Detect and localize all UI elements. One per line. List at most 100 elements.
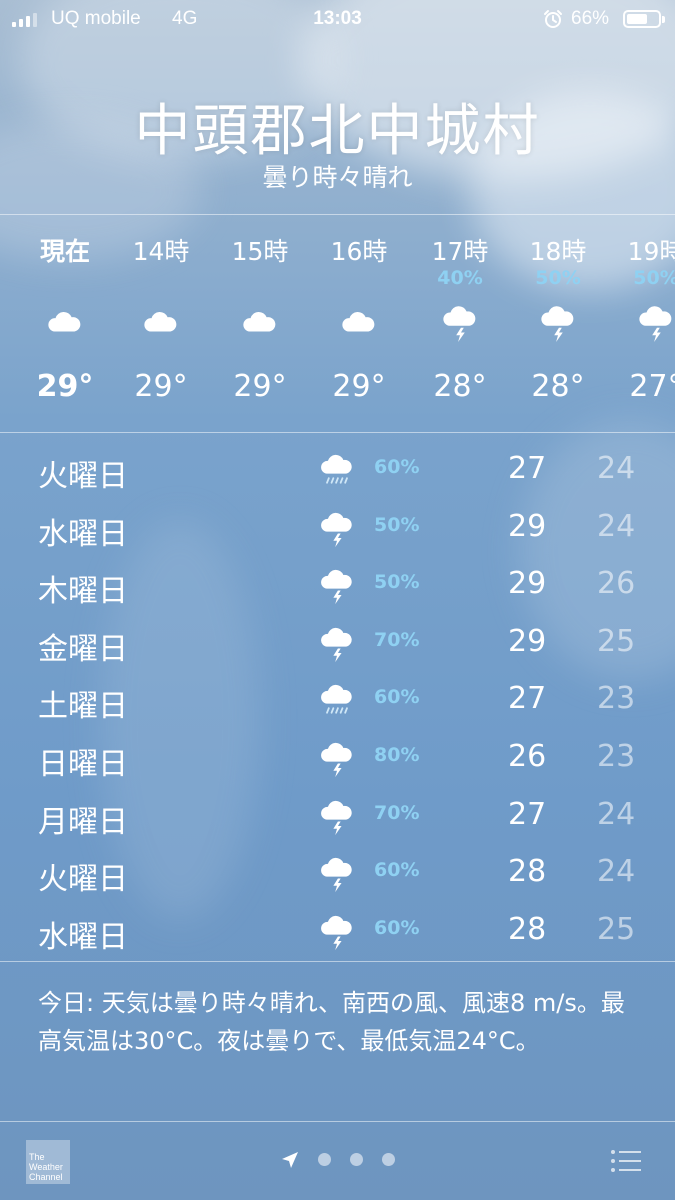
precip-chance: 60% bbox=[374, 456, 420, 478]
cloud-icon bbox=[340, 301, 378, 343]
low-temperature: 25 bbox=[597, 911, 636, 947]
hour-temperature: 29° bbox=[134, 369, 188, 404]
bottom-toolbar: The Weather Channel bbox=[0, 1122, 675, 1200]
status-bar: UQ mobile 4G 13:03 66% bbox=[0, 0, 675, 38]
hourly-item: 19時50% 27° bbox=[606, 215, 675, 432]
battery-icon bbox=[623, 10, 665, 28]
day-name: 土曜日 bbox=[38, 689, 128, 725]
hour-temperature: 27° bbox=[629, 369, 675, 404]
thunderstorm-icon bbox=[317, 796, 357, 836]
high-temperature: 29 bbox=[508, 566, 547, 602]
page-dot bbox=[382, 1153, 395, 1166]
high-temperature: 29 bbox=[508, 508, 547, 544]
precip-chance: 60% bbox=[374, 686, 420, 709]
hourly-forecast[interactable]: 現在 29° 14時 29° 15時 29° 16時 29° 17時 40% 28° 18時 50% 28… bbox=[0, 215, 675, 432]
hourly-item: 14時 29° bbox=[111, 215, 211, 432]
precip-chance: 50% bbox=[374, 571, 420, 594]
high-temperature: 27 bbox=[508, 796, 547, 832]
daily-row: 水曜日 60% 28 25 bbox=[0, 901, 675, 958]
high-temperature: 28 bbox=[508, 854, 547, 890]
cloud-icon bbox=[241, 301, 279, 343]
day-name: 日曜日 bbox=[38, 747, 128, 782]
thunderstorm-icon bbox=[539, 301, 577, 343]
precip-chance: 60% bbox=[374, 859, 420, 882]
precip-chance: 80% bbox=[374, 744, 420, 766]
hour-temperature: 28° bbox=[433, 369, 487, 404]
low-temperature: 24 bbox=[597, 451, 636, 486]
rain-icon bbox=[317, 450, 357, 490]
thunderstorm-icon bbox=[441, 301, 479, 343]
high-temperature: 29 bbox=[508, 623, 547, 659]
hour-temperature: 29° bbox=[332, 369, 386, 404]
low-temperature: 24 bbox=[597, 854, 636, 890]
cloud-icon bbox=[46, 301, 84, 343]
hour-label: 17時 bbox=[431, 237, 489, 266]
high-temperature: 26 bbox=[508, 739, 547, 774]
low-temperature: 23 bbox=[597, 681, 636, 717]
hour-temperature: 29° bbox=[233, 369, 287, 404]
day-name: 月曜日 bbox=[38, 804, 128, 840]
precip-chance: 60% bbox=[374, 916, 420, 939]
hour-temperature: 28° bbox=[531, 369, 585, 404]
hour-label: 19時 bbox=[627, 237, 675, 266]
hourly-item: 16時 29° bbox=[309, 215, 409, 432]
thunderstorm-icon bbox=[637, 301, 675, 343]
cloud-icon bbox=[142, 301, 180, 343]
hour-label: 現在 bbox=[39, 237, 90, 266]
daily-row: 水曜日 50% 29 24 bbox=[0, 498, 675, 555]
high-temperature: 27 bbox=[508, 451, 547, 486]
list-icon[interactable] bbox=[610, 1148, 642, 1174]
thunderstorm-icon bbox=[317, 565, 357, 605]
daily-row: 火曜日 60% 27 24 bbox=[0, 440, 675, 497]
precip-chance: 50% bbox=[535, 267, 581, 289]
daily-row: 火曜日 60% 28 24 bbox=[0, 843, 675, 900]
hourly-item: 現在 29° bbox=[15, 215, 115, 432]
divider bbox=[0, 432, 675, 433]
current-condition: 曇り時々晴れ bbox=[262, 163, 413, 192]
precip-chance: 50% bbox=[633, 267, 675, 289]
location-title: 中頭郡北中城村 bbox=[134, 99, 541, 164]
precip-chance: 70% bbox=[374, 628, 420, 651]
high-temperature: 28 bbox=[508, 911, 547, 947]
thunderstorm-icon bbox=[317, 738, 357, 778]
daily-row: 木曜日 50% 29 26 bbox=[0, 555, 675, 612]
battery-percentage: 66% bbox=[571, 8, 610, 29]
divider bbox=[0, 961, 675, 962]
hourly-item: 18時 50% 28° bbox=[508, 215, 608, 432]
thunderstorm-icon bbox=[317, 623, 357, 663]
hour-label: 16時 bbox=[330, 237, 388, 266]
low-temperature: 26 bbox=[597, 566, 636, 602]
daily-row: 日曜日 80% 26 23 bbox=[0, 728, 675, 785]
precip-chance: 40% bbox=[437, 267, 483, 289]
day-name: 木曜日 bbox=[38, 574, 128, 610]
low-temperature: 23 bbox=[597, 739, 636, 774]
hourly-item: 15時 29° bbox=[210, 215, 310, 432]
page-indicator[interactable] bbox=[280, 1148, 400, 1172]
hour-temperature: 29° bbox=[36, 369, 94, 404]
daily-row: 土曜日 60% 27 23 bbox=[0, 670, 675, 727]
daily-row: 月曜日 70% 27 24 bbox=[0, 786, 675, 843]
weather-channel-logo[interactable]: The Weather Channel bbox=[26, 1140, 70, 1184]
day-name: 金曜日 bbox=[38, 631, 128, 667]
low-temperature: 25 bbox=[597, 623, 636, 659]
hour-label: 18時 bbox=[529, 237, 587, 266]
high-temperature: 27 bbox=[508, 681, 547, 717]
precip-chance: 50% bbox=[374, 513, 420, 536]
thunderstorm-icon bbox=[317, 508, 357, 548]
rain-icon bbox=[317, 680, 357, 720]
alarm-clock-icon bbox=[544, 10, 562, 28]
today-summary: 今日: 天気は曇り時々晴れ、南西の風、風速8 m/s。最高気温は30°C。夜は曇… bbox=[38, 989, 625, 1055]
hour-label: 14時 bbox=[132, 237, 190, 266]
hour-label: 15時 bbox=[231, 237, 289, 266]
low-temperature: 24 bbox=[597, 796, 636, 832]
location-arrow-icon bbox=[282, 1152, 298, 1168]
page-dot bbox=[350, 1153, 363, 1166]
page-dot bbox=[318, 1153, 331, 1166]
daily-row: 金曜日 70% 29 25 bbox=[0, 613, 675, 670]
day-name: 火曜日 bbox=[38, 862, 128, 898]
precip-chance: 70% bbox=[374, 801, 420, 824]
thunderstorm-icon bbox=[317, 911, 357, 951]
day-name: 水曜日 bbox=[38, 516, 128, 552]
thunderstorm-icon bbox=[317, 853, 357, 893]
day-name: 水曜日 bbox=[38, 919, 128, 955]
